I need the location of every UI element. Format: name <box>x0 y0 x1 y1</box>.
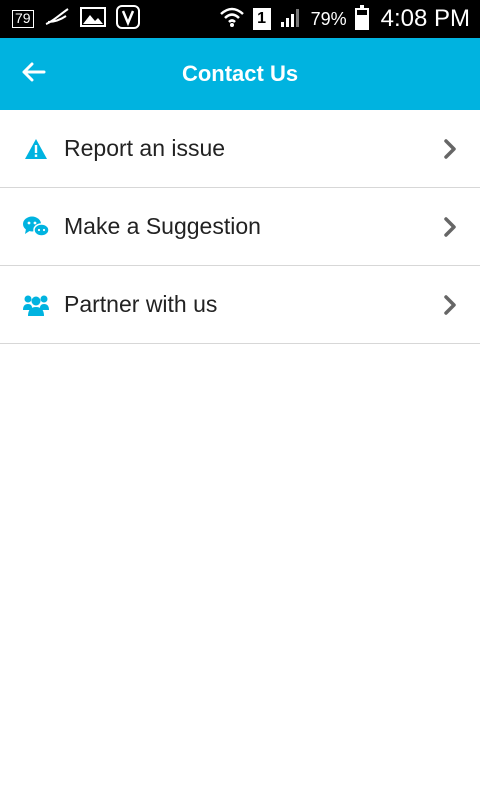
chat-bubbles-icon <box>22 213 50 241</box>
warning-icon <box>22 135 50 163</box>
contact-menu-list: Report an issue Make a Suggestion Partne… <box>0 110 480 344</box>
sim-icon: 1 <box>252 8 271 30</box>
menu-item-make-suggestion[interactable]: Make a Suggestion <box>0 188 480 266</box>
wifi-icon <box>219 6 245 33</box>
signal-icon <box>279 6 303 33</box>
menu-item-label: Report an issue <box>64 135 226 161</box>
status-bar: 79 1 79% 4:08 PM <box>0 0 480 38</box>
clock: 4:08 PM <box>380 5 470 32</box>
status-bar-right: 1 79% 4:08 PM <box>219 5 470 33</box>
menu-item-label: Partner with us <box>64 291 218 317</box>
chevron-right-icon <box>440 137 460 161</box>
status-bar-left: 79 <box>12 4 140 34</box>
page-title: Contact Us <box>181 61 299 86</box>
users-icon <box>22 291 50 319</box>
chevron-right-icon <box>440 215 460 239</box>
music-app-icon <box>115 4 140 34</box>
menu-item-report-issue[interactable]: Report an issue <box>0 110 480 188</box>
menu-item-partner[interactable]: Partner with us <box>0 266 480 344</box>
battery-percent: 79% <box>310 8 347 29</box>
app-toolbar: Contact Us <box>0 38 480 110</box>
feather-icon <box>44 6 70 33</box>
chevron-right-icon <box>440 293 460 317</box>
battery-icon <box>354 5 369 30</box>
image-icon <box>79 6 106 33</box>
notification-badge-icon: 79 <box>12 10 34 28</box>
menu-item-label: Make a Suggestion <box>64 213 261 239</box>
